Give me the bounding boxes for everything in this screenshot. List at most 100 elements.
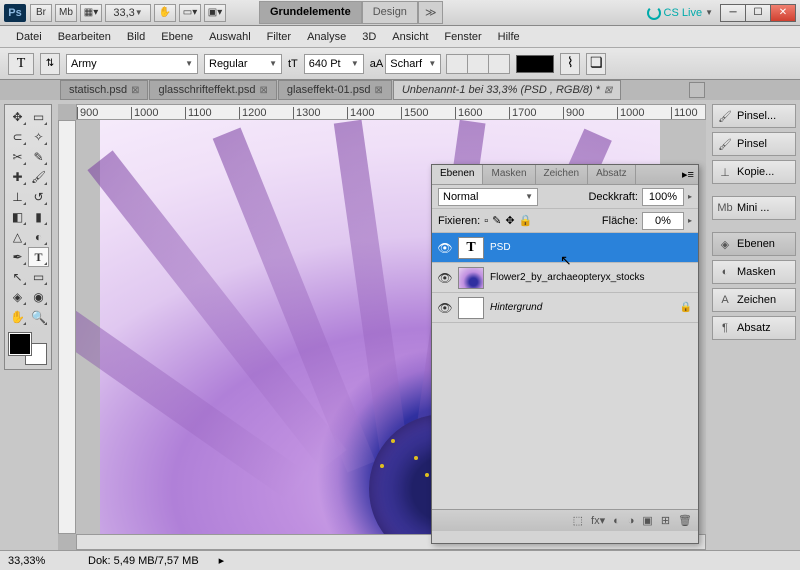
menu-3d[interactable]: 3D (354, 28, 384, 46)
layer-name[interactable]: Hintergrund (490, 302, 680, 313)
fx-icon[interactable]: fx▾ (591, 514, 605, 527)
menu-auswahl[interactable]: Auswahl (201, 28, 259, 46)
trash-icon[interactable]: 🗑 (678, 514, 692, 527)
status-zoom[interactable]: 33,33% (8, 555, 68, 567)
character-panel-button[interactable]: ❏ (586, 53, 606, 75)
menu-ansicht[interactable]: Ansicht (384, 28, 436, 46)
marquee-tool[interactable]: ▭ (28, 107, 49, 127)
zoom-dropdown[interactable]: 33,3 ▼ (105, 4, 151, 22)
menu-ebene[interactable]: Ebene (153, 28, 201, 46)
visibility-icon[interactable]: 👁 (432, 301, 458, 315)
dodge-tool[interactable]: ◐ (28, 227, 49, 247)
layer-thumbnail[interactable] (458, 297, 484, 319)
blur-tool[interactable]: △ (7, 227, 28, 247)
layer-row[interactable]: 👁 Flower2_by_archaeopteryx_stocks (432, 263, 698, 293)
align-right-button[interactable] (488, 54, 510, 74)
opacity-input[interactable]: 100% (642, 188, 684, 206)
3d-camera-tool[interactable]: ◉ (28, 287, 49, 307)
panel-menu-button[interactable]: ▸≡ (678, 165, 698, 184)
opacity-flyout[interactable]: ▸ (688, 192, 692, 201)
eyedropper-tool[interactable]: ✎ (28, 147, 49, 167)
mask-icon[interactable]: ◐ (613, 515, 620, 527)
color-swatches[interactable] (7, 331, 49, 367)
blend-mode-select[interactable]: Normal▼ (438, 188, 538, 206)
pen-tool[interactable]: ✒ (7, 247, 28, 267)
dock-item-ebenen[interactable]: ◈Ebenen (712, 232, 796, 256)
panel-tab-ebenen[interactable]: Ebenen (432, 165, 483, 184)
history-brush-tool[interactable]: ↺ (28, 187, 49, 207)
zoom-tool[interactable]: 🔍 (28, 307, 49, 327)
panel-tab-masken[interactable]: Masken (483, 165, 535, 184)
screen-mode-button[interactable]: ▣▾ (204, 4, 226, 22)
dock-item-mini[interactable]: MbMini ... (712, 196, 796, 220)
text-color-swatch[interactable] (516, 55, 554, 73)
layer-thumbnail[interactable]: T (458, 237, 484, 259)
hand-button[interactable]: ✋ (154, 4, 176, 22)
heal-tool[interactable]: ✚ (7, 167, 28, 187)
visibility-icon[interactable]: 👁 (432, 271, 458, 285)
fill-flyout[interactable]: ▸ (688, 216, 692, 225)
maximize-button[interactable]: ☐ (745, 4, 771, 22)
doc-tab[interactable]: statisch.psd⊠ (60, 80, 148, 100)
menu-bearbeiten[interactable]: Bearbeiten (50, 28, 119, 46)
stamp-tool[interactable]: ⊥ (7, 187, 28, 207)
visibility-icon[interactable]: 👁 (432, 241, 458, 255)
doc-tab[interactable]: glasschrifteffekt.psd⊠ (149, 80, 276, 100)
align-center-button[interactable] (467, 54, 489, 74)
minimize-button[interactable]: ─ (720, 4, 746, 22)
eraser-tool[interactable]: ◧ (7, 207, 28, 227)
font-style-select[interactable]: Regular▼ (204, 54, 282, 74)
dock-item-zeichen[interactable]: AZeichen (712, 288, 796, 312)
warp-text-button[interactable]: ⌇ (560, 53, 580, 75)
dock-item-absatz[interactable]: ¶Absatz (712, 316, 796, 340)
lock-transparency-icon[interactable]: ▫ (484, 215, 488, 227)
type-tool[interactable]: T (28, 247, 49, 267)
menu-datei[interactable]: Datei (8, 28, 50, 46)
cs-live-button[interactable]: CS Live ▼ (647, 6, 713, 20)
new-layer-icon[interactable]: ⊞ (661, 514, 670, 527)
workspace-tab-design[interactable]: Design (362, 1, 418, 24)
ruler-horizontal[interactable]: 9001000110012001300140015001600170090010… (76, 104, 706, 120)
menu-fenster[interactable]: Fenster (436, 28, 489, 46)
status-doc-info[interactable]: Dok: 5,49 MB/7,57 MB (88, 555, 199, 567)
layer-row[interactable]: 👁T PSD (432, 233, 698, 263)
font-size-select[interactable]: 640 Pt▼ (304, 54, 364, 74)
panel-tab-absatz[interactable]: Absatz (588, 165, 636, 184)
dock-item-pinsel[interactable]: 🖌Pinsel... (712, 104, 796, 128)
group-icon[interactable]: ▣ (642, 514, 652, 527)
bridge-button[interactable]: Br (30, 4, 52, 22)
gradient-tool[interactable]: ▮ (28, 207, 49, 227)
menu-filter[interactable]: Filter (259, 28, 299, 46)
view-extras-button[interactable]: ▦▾ (80, 4, 102, 22)
layer-row[interactable]: 👁Hintergrund🔒 (432, 293, 698, 323)
workspace-more[interactable]: ≫ (418, 1, 444, 24)
layer-name[interactable]: PSD (490, 242, 692, 253)
ruler-vertical[interactable] (58, 120, 76, 534)
layer-thumbnail[interactable] (458, 267, 484, 289)
tool-preset-button[interactable]: T (8, 53, 34, 75)
layers-empty-area[interactable] (432, 323, 698, 509)
3d-tool[interactable]: ◈ (7, 287, 28, 307)
dock-item-pinsel[interactable]: 🖌Pinsel (712, 132, 796, 156)
wand-tool[interactable]: ✧ (28, 127, 49, 147)
close-button[interactable]: ✕ (770, 4, 796, 22)
menu-analyse[interactable]: Analyse (299, 28, 354, 46)
font-family-select[interactable]: Army▼ (66, 54, 198, 74)
shape-tool[interactable]: ▭ (28, 267, 49, 287)
close-icon[interactable]: ⊠ (374, 85, 382, 96)
doc-tab[interactable]: Unbenannt-1 bei 33,3% (PSD , RGB/8) *⊠ (393, 80, 622, 100)
crop-tool[interactable]: ✂ (7, 147, 28, 167)
fill-input[interactable]: 0% (642, 212, 684, 230)
brush-tool[interactable]: 🖌 (28, 167, 49, 187)
lock-pixels-icon[interactable]: ✎ (492, 214, 501, 227)
arrange-button[interactable]: ▭▾ (179, 4, 201, 22)
antialiasing-select[interactable]: Scharf▼ (385, 54, 441, 74)
dock-item-masken[interactable]: ◐Masken (712, 260, 796, 284)
doc-tab-scroll[interactable] (689, 82, 705, 98)
move-tool[interactable]: ✥ (7, 107, 28, 127)
menu-bild[interactable]: Bild (119, 28, 153, 46)
layer-name[interactable]: Flower2_by_archaeopteryx_stocks (490, 272, 692, 283)
lasso-tool[interactable]: ⊂ (7, 127, 28, 147)
hand-tool[interactable]: ✋ (7, 307, 28, 327)
close-icon[interactable]: ⊠ (260, 85, 268, 96)
